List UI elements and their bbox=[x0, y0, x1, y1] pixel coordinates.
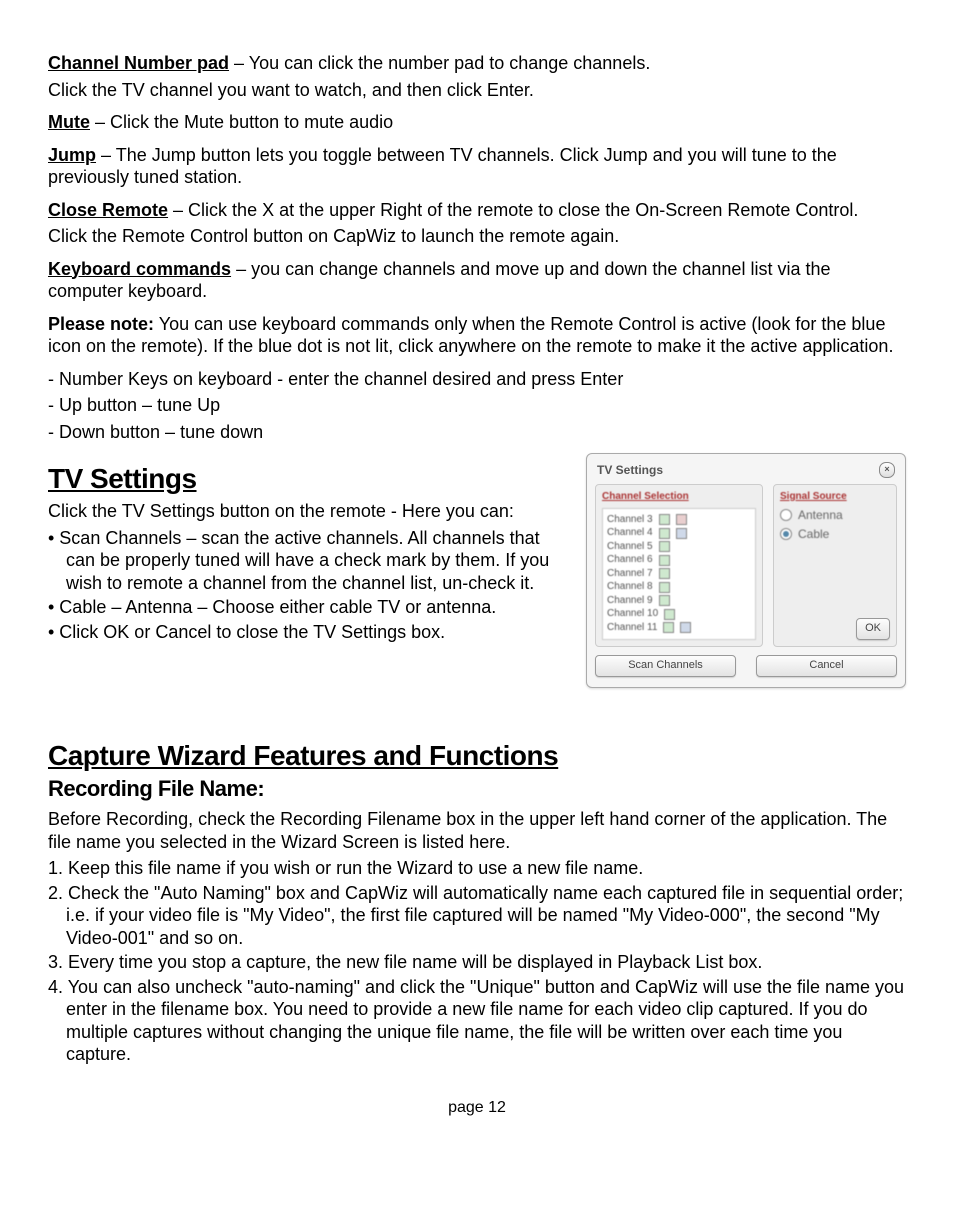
key-list: - Number Keys on keyboard - enter the ch… bbox=[48, 368, 906, 444]
list-item[interactable]: Channel 9 bbox=[607, 595, 751, 608]
list-item: - Number Keys on keyboard - enter the ch… bbox=[48, 368, 906, 391]
def-channel-number-pad: Channel Number pad – You can click the n… bbox=[48, 52, 906, 101]
term-channel-number-pad: Channel Number pad bbox=[48, 53, 229, 73]
term-close-remote: Close Remote bbox=[48, 200, 168, 220]
heading-recording-file-name: Recording File Name: bbox=[48, 775, 906, 803]
list-item[interactable]: Channel 6 bbox=[607, 554, 751, 567]
list-item[interactable]: Channel 10 bbox=[607, 608, 751, 621]
cancel-button[interactable]: Cancel bbox=[756, 655, 897, 677]
term-mute: Mute bbox=[48, 112, 90, 132]
heading-capture-wizard: Capture Wizard Features and Functions bbox=[48, 738, 906, 773]
source-panel: Signal Source Antenna Cable OK bbox=[773, 484, 897, 647]
numbered-item: 3. Every time you stop a capture, the ne… bbox=[48, 951, 906, 974]
channels-panel: Channel Selection Channel 3 Channel 4 Ch… bbox=[595, 484, 763, 647]
dialog-titlebar: TV Settings × bbox=[595, 460, 897, 484]
channel-list: Channel 3 Channel 4 Channel 5 Channel 6 … bbox=[602, 508, 756, 641]
note-text: You can use keyboard commands only when … bbox=[48, 314, 893, 357]
text: – You can click the number pad to change… bbox=[229, 53, 650, 73]
dialog-title: TV Settings bbox=[597, 463, 663, 478]
def-keyboard: Keyboard commands – you can change chann… bbox=[48, 258, 906, 303]
term-jump: Jump bbox=[48, 145, 96, 165]
radio-antenna[interactable]: Antenna bbox=[780, 508, 890, 523]
text: Click the TV channel you want to watch, … bbox=[48, 79, 906, 102]
numbered-item: 4. You can also uncheck "auto-naming" an… bbox=[48, 976, 906, 1066]
page-number: page 12 bbox=[48, 1098, 906, 1118]
list-item[interactable]: Channel 7 bbox=[607, 568, 751, 581]
radio-cable[interactable]: Cable bbox=[780, 527, 890, 542]
list-item: - Down button – tune down bbox=[48, 421, 906, 444]
list-item[interactable]: Channel 3 bbox=[607, 514, 751, 527]
def-close-remote: Close Remote – Click the X at the upper … bbox=[48, 199, 906, 248]
capture-intro: Before Recording, check the Recording Fi… bbox=[48, 808, 906, 853]
list-item[interactable]: Channel 8 bbox=[607, 581, 751, 594]
tv-settings-dialog-figure: TV Settings × Channel Selection Channel … bbox=[586, 453, 906, 688]
text: Click the Remote Control button on CapWi… bbox=[48, 225, 906, 248]
list-item: - Up button – tune Up bbox=[48, 394, 906, 417]
def-mute: Mute – Click the Mute button to mute aud… bbox=[48, 111, 906, 134]
note-label: Please note: bbox=[48, 314, 154, 334]
text: – The Jump button lets you toggle betwee… bbox=[48, 145, 837, 188]
tv-settings-dialog: TV Settings × Channel Selection Channel … bbox=[586, 453, 906, 688]
text: – Click the Mute button to mute audio bbox=[90, 112, 393, 132]
def-jump: Jump – The Jump button lets you toggle b… bbox=[48, 144, 906, 189]
source-header: Signal Source bbox=[780, 491, 890, 504]
list-item[interactable]: Channel 11 bbox=[607, 622, 751, 635]
term-keyboard: Keyboard commands bbox=[48, 259, 231, 279]
ok-button[interactable]: OK bbox=[856, 618, 890, 640]
text: – Click the X at the upper Right of the … bbox=[168, 200, 858, 220]
list-item[interactable]: Channel 4 bbox=[607, 527, 751, 540]
numbered-item: 1. Keep this file name if you wish or ru… bbox=[48, 857, 906, 880]
channels-header: Channel Selection bbox=[602, 491, 756, 504]
scan-channels-button[interactable]: Scan Channels bbox=[595, 655, 736, 677]
close-icon[interactable]: × bbox=[879, 462, 895, 478]
list-item[interactable]: Channel 5 bbox=[607, 541, 751, 554]
numbered-item: 2. Check the "Auto Naming" box and CapWi… bbox=[48, 882, 906, 950]
please-note: Please note: You can use keyboard comman… bbox=[48, 313, 906, 358]
